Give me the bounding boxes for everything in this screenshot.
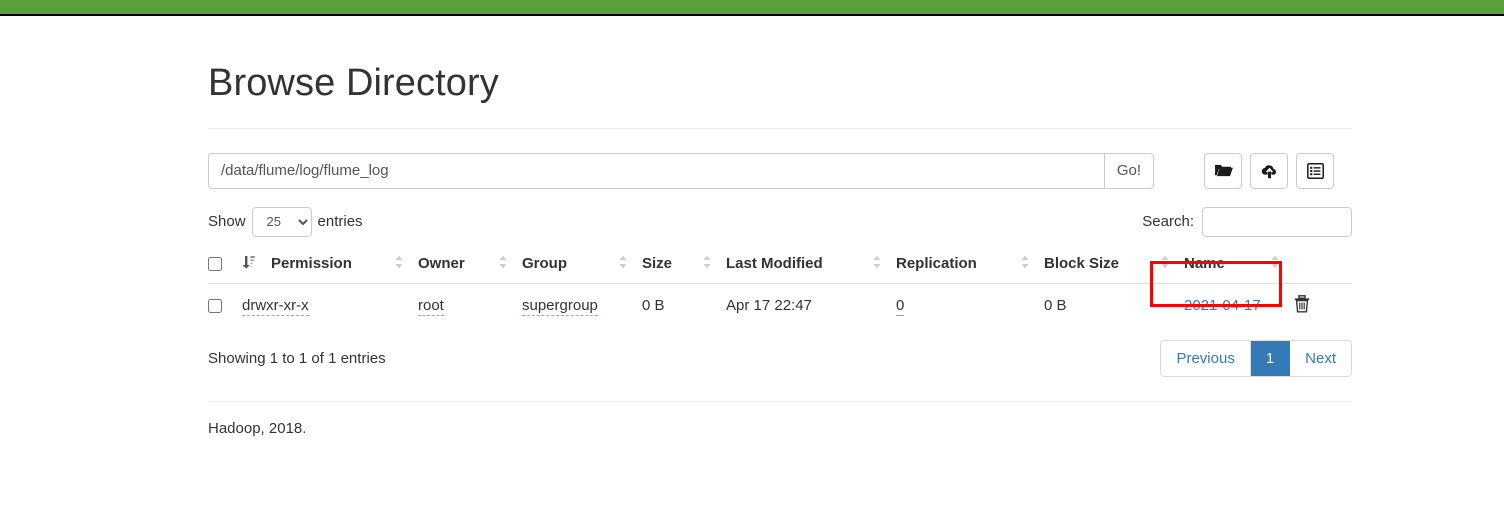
list-alt-icon [1306, 162, 1324, 179]
header-select-all[interactable] [208, 246, 242, 284]
table-row: drwxr-xr-x root supergroup 0 B Apr 17 22… [208, 260, 1352, 330]
header-owner-label: Owner [418, 255, 465, 273]
table-body: drwxr-xr-x root supergroup 0 B Apr 17 22… [208, 260, 1352, 330]
owner-value[interactable]: root [418, 297, 444, 317]
header-owner[interactable]: Owner [418, 246, 522, 284]
header-size[interactable]: Size [642, 246, 726, 284]
cloud-upload-icon [1260, 163, 1279, 179]
go-button[interactable]: Go! [1103, 152, 1154, 189]
header-block-size-label: Block Size [1044, 255, 1120, 273]
path-input-group: Go! [208, 152, 1154, 189]
pagination-next[interactable]: Next [1290, 340, 1351, 376]
search-label: Search: [1142, 213, 1194, 231]
top-green-bar [0, 0, 1504, 16]
sort-amount-desc-icon [242, 255, 255, 273]
trash-icon [1294, 294, 1310, 316]
header-delete [1294, 246, 1352, 284]
header-replication-label: Replication [896, 255, 977, 273]
header-block-size[interactable]: Block Size [1044, 246, 1184, 284]
cell-group: supergroup [522, 283, 642, 330]
select-all-checkbox[interactable] [208, 257, 222, 272]
directory-path-input[interactable] [208, 152, 1104, 189]
table-footer: Showing 1 to 1 of 1 entries Previous 1 N… [208, 339, 1352, 377]
show-label: Show [208, 213, 246, 231]
header-group-label: Group [522, 255, 567, 273]
group-value[interactable]: supergroup [522, 297, 598, 317]
delete-row-button[interactable] [1294, 294, 1310, 316]
search-input[interactable] [1202, 206, 1352, 237]
create-directory-button[interactable] [1204, 152, 1242, 189]
name-link[interactable]: 2021-04-17 [1184, 297, 1261, 314]
row-select-cell[interactable] [208, 283, 242, 330]
header-last-modified-label: Last Modified [726, 255, 823, 273]
page-title: Browse Directory [208, 62, 499, 104]
path-toolbar: Go! [208, 152, 1352, 189]
sort-icon [394, 255, 404, 273]
page-length-control: Show 25 entries [208, 206, 363, 237]
sort-icon [498, 255, 508, 273]
pagination-previous[interactable]: Previous [1161, 340, 1251, 376]
cell-name: 2021-04-17 [1150, 260, 1294, 330]
header-group[interactable]: Group [522, 246, 642, 284]
cell-permission: drwxr-xr-x [242, 283, 418, 330]
table-controls: Show 25 entries Search: [208, 206, 1352, 237]
title-divider [208, 127, 1352, 129]
entries-info: Showing 1 to 1 of 1 entries [208, 349, 386, 367]
page-length-select[interactable]: 25 [251, 206, 312, 237]
cell-block-size: 0 B [1044, 283, 1184, 330]
header-permission-label: Permission [271, 255, 352, 273]
folder-open-icon [1214, 163, 1233, 178]
header-name-label: Name [1184, 255, 1225, 273]
header-replication[interactable]: Replication [896, 246, 1044, 284]
header-permission[interactable]: Permission [242, 246, 418, 284]
table-head: Permission Owner Group Size Last Modifie… [208, 246, 1352, 284]
cell-last-modified: Apr 17 22:47 [726, 283, 896, 330]
permission-value[interactable]: drwxr-xr-x [242, 297, 309, 317]
cell-size: 0 B [642, 283, 726, 330]
table-header-row: Permission Owner Group Size Last Modifie… [208, 246, 1352, 284]
row-checkbox[interactable] [208, 299, 222, 314]
footer-divider [208, 400, 1352, 402]
header-name[interactable]: Name [1184, 246, 1294, 284]
footer-text: Hadoop, 2018. [208, 419, 307, 437]
sort-icon [702, 255, 712, 273]
sort-icon [1270, 255, 1280, 273]
directory-table: Permission Owner Group Size Last Modifie… [208, 246, 1352, 330]
entries-label: entries [317, 213, 363, 231]
search-control: Search: [1142, 206, 1352, 237]
sort-icon [872, 255, 882, 273]
header-last-modified[interactable]: Last Modified [726, 246, 896, 284]
sort-icon [618, 255, 628, 273]
pagination-page-1[interactable]: 1 [1250, 340, 1291, 376]
sort-icon [1020, 255, 1030, 273]
snapshot-button[interactable] [1296, 152, 1334, 189]
cell-delete [1294, 283, 1352, 330]
header-size-label: Size [642, 255, 673, 273]
replication-value[interactable]: 0 [896, 297, 905, 317]
cell-replication: 0 [896, 283, 1044, 330]
page-container: Browse Directory Go! [208, 16, 1352, 437]
path-action-buttons [1204, 152, 1334, 189]
upload-files-button[interactable] [1250, 152, 1288, 189]
cell-owner: root [418, 283, 522, 330]
sort-icon [1160, 255, 1170, 273]
pagination: Previous 1 Next [1160, 339, 1352, 377]
